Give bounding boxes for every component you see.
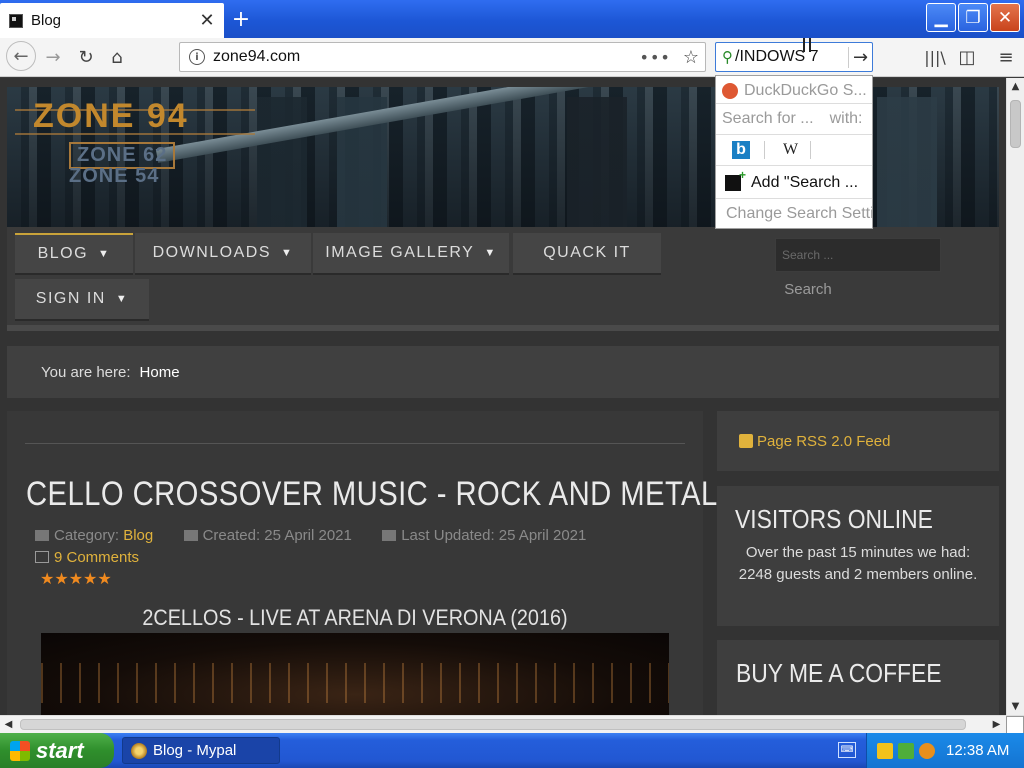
scroll-corner: [1006, 716, 1024, 734]
add-search-engine-item[interactable]: Add "Search ...: [716, 165, 872, 199]
article: CELLO CROSSOVER MUSIC - ROCK AND METAL C…: [7, 411, 717, 715]
breadcrumb-home: Home: [139, 363, 180, 381]
mypal-icon: [131, 742, 147, 759]
page-actions-icon[interactable]: •••: [640, 48, 671, 67]
buy-me-a-coffee-module: BUY ME A COFFEE: [717, 640, 999, 715]
menu-item-blog[interactable]: BLOG ▼: [15, 233, 133, 275]
visitors-online-module: VISITORS ONLINE Over the past 15 minutes…: [717, 486, 999, 626]
comments-link[interactable]: 9 Comments: [35, 549, 139, 566]
bing-engine-icon[interactable]: b: [732, 140, 750, 159]
url-bar[interactable]: i zone94.com ••• ☆: [179, 42, 706, 72]
menu-icon[interactable]: ≡: [993, 45, 1019, 69]
vertical-scrollbar[interactable]: ▲ ▼: [1006, 78, 1024, 715]
clock[interactable]: 12:38 AM: [946, 742, 1009, 759]
one-off-engines: b W: [716, 134, 872, 164]
divider: [25, 443, 685, 444]
scroll-down-icon[interactable]: ▼: [1007, 698, 1024, 715]
visitors-online-title: VISITORS ONLINE: [735, 504, 933, 534]
video-title: 2CELLOS - LIVE AT ARENA DI VERONA (2016): [142, 605, 568, 630]
tab-close-icon[interactable]: ✕: [196, 10, 218, 31]
horizontal-scroll-thumb[interactable]: [20, 719, 966, 730]
vertical-scroll-thumb[interactable]: [1010, 100, 1021, 148]
network-icon[interactable]: [898, 742, 914, 759]
engine-separator: [810, 140, 812, 159]
forward-icon[interactable]: →: [40, 45, 66, 69]
maximize-button[interactable]: ❐: [958, 3, 988, 32]
search-suggestions-popup: DuckDuckGo S... Search for ... with: b W…: [715, 75, 873, 229]
sidebar-icon[interactable]: ◫: [954, 45, 980, 69]
system-tray: 12:38 AM: [866, 733, 1024, 768]
menu-item-downloads[interactable]: DOWNLOADS ▼: [135, 233, 311, 275]
wikipedia-engine-icon[interactable]: W: [783, 141, 798, 159]
breadcrumb-prefix: You are here:: [41, 363, 131, 381]
rss-feed-link[interactable]: Page RSS 2.0 Feed: [717, 411, 999, 471]
tab-blog[interactable]: Blog ✕: [0, 3, 224, 38]
url-text[interactable]: zone94.com: [213, 48, 640, 66]
scroll-left-icon[interactable]: ◀: [0, 716, 17, 733]
tab-title: Blog: [31, 12, 62, 29]
created-date: Created: 25 April 2021: [202, 527, 352, 544]
buy-me-a-coffee-title: BUY ME A COFFEE: [736, 658, 942, 688]
search-tray-icon[interactable]: [919, 742, 935, 759]
calendar-icon: [183, 530, 198, 541]
new-tab-button[interactable]: +: [230, 7, 252, 32]
search-query[interactable]: /INDOWS 7: [735, 48, 848, 66]
minimize-button[interactable]: ▁: [926, 3, 956, 32]
engine-separator: [764, 140, 765, 159]
reload-icon[interactable]: ↻: [73, 45, 99, 69]
site-logo[interactable]: ZONE 94: [33, 97, 189, 136]
text-cursor-icon: [803, 38, 811, 52]
video-player[interactable]: [41, 633, 669, 715]
site-search-input[interactable]: Search ...: [775, 238, 941, 272]
horizontal-scrollbar[interactable]: ◀ ▶: [0, 715, 1024, 734]
caret-down-icon: ▼: [98, 248, 111, 260]
menu-item-sign-in[interactable]: SIGN IN ▼: [15, 279, 149, 321]
title-bar: Blog ✕ + ▁ ❐ ✕: [0, 0, 1024, 38]
rating-stars[interactable]: ★★★★★: [40, 569, 112, 588]
site-favicon-icon: [9, 13, 23, 28]
back-icon[interactable]: ←: [6, 41, 36, 71]
caret-down-icon: ▼: [115, 293, 129, 305]
article-meta: Category: Blog Created: 25 April 2021 La…: [35, 527, 695, 544]
home-icon[interactable]: ⌂: [104, 45, 130, 69]
library-icon[interactable]: |||\: [922, 45, 948, 69]
visitors-online-text: Over the past 15 minutes we had: 2248 gu…: [738, 544, 978, 583]
updated-date: Last Updated: 25 April 2021: [401, 527, 587, 544]
menu-item-image-gallery[interactable]: IMAGE GALLERY ▼: [313, 233, 509, 275]
close-window-button[interactable]: ✕: [990, 3, 1020, 32]
video-frame: [41, 663, 669, 703]
search-go-icon[interactable]: →: [848, 46, 872, 68]
calendar-icon: [382, 530, 397, 541]
taskbar-item-mypal[interactable]: Blog - Mypal: [122, 737, 280, 764]
change-search-settings-item[interactable]: Change Search Settings: [716, 198, 872, 228]
duckduckgo-icon: [722, 83, 738, 99]
site-info-icon[interactable]: i: [189, 49, 205, 65]
keyboard-icon[interactable]: ⌨: [838, 742, 856, 758]
scroll-up-icon[interactable]: ▲: [1007, 78, 1024, 95]
category-link[interactable]: Blog: [123, 527, 153, 544]
taskbar: start Blog - Mypal ⌨ 12:38 AM: [0, 733, 1024, 768]
bookmark-star-icon[interactable]: ☆: [683, 47, 699, 68]
rss-icon: [739, 434, 753, 448]
search-icon: ⚲: [722, 48, 733, 66]
caret-down-icon: ▼: [484, 247, 497, 259]
start-button[interactable]: start: [0, 733, 114, 768]
suggestion-duckduckgo[interactable]: DuckDuckGo S...: [716, 76, 872, 106]
browser-search-input[interactable]: ⚲ /INDOWS 7 →: [715, 42, 873, 72]
search-for-with-label: Search for ... with:: [716, 103, 872, 133]
article-title[interactable]: CELLO CROSSOVER MUSIC - ROCK AND METAL: [26, 475, 718, 514]
menu-item-quack-it[interactable]: QUACK IT: [513, 233, 661, 275]
windows-logo-icon: [10, 740, 30, 761]
caret-down-icon: ▼: [281, 247, 294, 259]
add-engine-icon: [725, 168, 746, 191]
site-logo-tertiary: ZONE 54: [69, 165, 160, 187]
breadcrumb: You are here: Home: [7, 346, 999, 398]
comment-icon: [35, 551, 49, 563]
security-shield-icon[interactable]: [877, 742, 893, 759]
site-search-button[interactable]: Search: [775, 274, 841, 304]
navigation-toolbar: ← → ↻ ⌂ i zone94.com ••• ☆ ⚲ /INDOWS 7 →…: [0, 38, 1024, 77]
scroll-right-icon[interactable]: ▶: [988, 716, 1005, 733]
folder-icon: [35, 530, 49, 541]
